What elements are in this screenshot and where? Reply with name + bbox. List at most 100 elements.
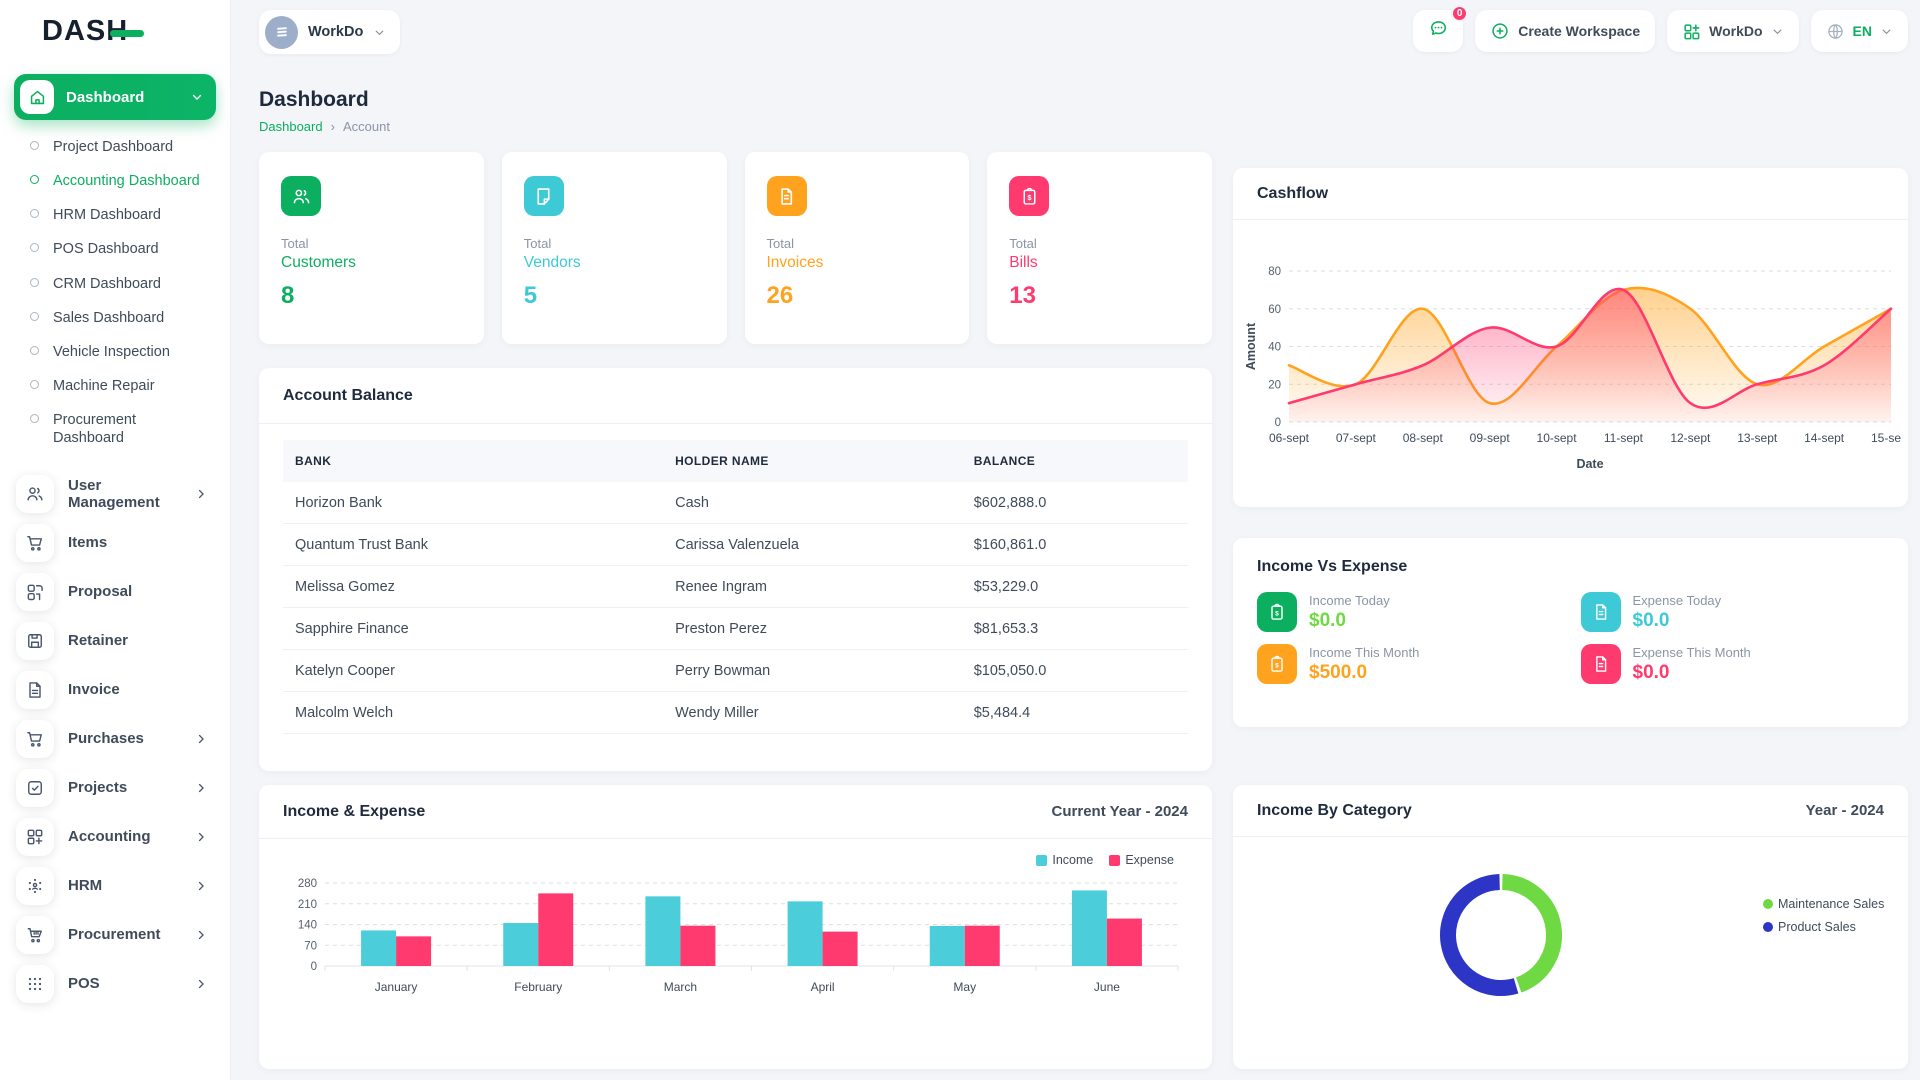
income-expense-panel: Income & Expense Current Year - 2024 Inc… [259,785,1212,1069]
breadcrumb-current: Account [343,119,390,134]
legend-item-product-sales[interactable]: Product Sales [1763,920,1884,934]
chevron-right-icon [194,977,208,991]
account-balance-table: Bank Holder Name Balance Horizon BankCas… [259,424,1212,734]
svg-text:March: March [664,980,697,994]
svg-text:12-sept: 12-sept [1670,431,1711,445]
sidebar-item-items[interactable]: Items [12,518,218,567]
svg-text:07-sept: 07-sept [1336,431,1377,445]
legend-item-maintenance-sales[interactable]: Maintenance Sales [1763,897,1884,911]
sidebar-item-invoice[interactable]: Invoice [12,665,218,714]
cell-holder: Renee Ingram [663,566,962,608]
cell-balance: $105,050.0 [962,650,1188,692]
sidebar-item-projects[interactable]: Projects [12,763,218,812]
sidebar-item-hrm-dashboard[interactable]: HRM Dashboard [26,198,218,232]
cell-balance: $53,229.0 [962,566,1188,608]
expense-file-icon [1581,644,1621,684]
cell-bank: Melissa Gomez [283,566,663,608]
sidebar-item-dashboard[interactable]: Dashboard [14,74,216,120]
brand-logo[interactable]: DASH [12,0,218,62]
sidebar-item-user-management[interactable]: User Management [12,469,218,518]
svg-text:40: 40 [1268,342,1281,354]
sidebar-item-procurement-dashboard[interactable]: Procurement Dashboard [26,403,218,455]
sidebar-item-accounting[interactable]: Accounting [12,812,218,861]
sidebar-item-label: Dashboard [66,89,178,106]
svg-text:June: June [1094,980,1120,994]
bullet-icon [30,414,39,423]
sidebar-item-project-dashboard[interactable]: Project Dashboard [26,130,218,164]
sidebar-item-hrm[interactable]: HRM [12,861,218,910]
check-square-icon [16,769,54,807]
breadcrumb: Dashboard › Account [259,119,1908,134]
clipboard-dollar-icon: $ [1257,644,1297,684]
workspace-switcher[interactable]: WorkDo [259,10,400,54]
dots-grid-icon [16,965,54,1003]
income-vs-expense-stats: $ Income Today$0.0 Expense Today$0.0 $ I… [1233,588,1908,684]
period-label: Current Year - 2024 [1052,803,1188,820]
product-sales-dot [1763,922,1773,932]
main-area: WorkDo 0 Create Workspace WorkDo [231,0,1920,1080]
sidebar-item-purchases[interactable]: Purchases [12,714,218,763]
users-icon [16,475,54,513]
plus-circle-icon [1490,21,1510,41]
stat-value: 8 [281,282,462,310]
dashboard-subnav: Project Dashboard Accounting Dashboard H… [12,130,218,455]
bullet-icon [30,278,39,287]
sidebar-item-vehicle-inspection[interactable]: Vehicle Inspection [26,335,218,369]
language-selector[interactable]: EN [1811,10,1908,52]
dots-circle-icon [16,867,54,905]
sidebar-item-pos[interactable]: POS [12,959,218,1008]
breadcrumb-separator: › [331,119,335,134]
panel-title: Income By Category [1257,802,1412,820]
messages-count-badge: 0 [1451,5,1468,22]
cell-holder: Wendy Miller [663,692,962,734]
income-expense-bar-chart[interactable]: 070140210280JanuaryFebruaryMarchAprilMay… [283,869,1188,1007]
cell-bank: Quantum Trust Bank [283,524,663,566]
sidebar-item-machine-repair[interactable]: Machine Repair [26,369,218,403]
svg-text:13-sept: 13-sept [1737,431,1778,445]
page-title: Dashboard [259,88,1908,112]
sidebar-item-sales-dashboard[interactable]: Sales Dashboard [26,301,218,335]
sidebar-item-retainer[interactable]: Retainer [12,616,218,665]
bullet-icon [30,380,39,389]
company-menu-button[interactable]: WorkDo [1667,10,1798,52]
stat-prefix: Total [1009,236,1190,251]
subnav-label: POS Dashboard [53,240,159,258]
stat-value: $0.0 [1633,662,1670,683]
content: Total Customers 8 Total Vendors 5 Total … [259,152,1908,1069]
svg-text:January: January [375,980,418,994]
stat-cards: Total Customers 8 Total Vendors 5 Total … [259,152,1212,344]
sidebar-item-crm-dashboard[interactable]: CRM Dashboard [26,267,218,301]
chevron-right-icon [194,928,208,942]
proposal-icon [16,573,54,611]
cell-bank: Sapphire Finance [283,608,663,650]
sidebar-item-procurement[interactable]: Procurement [12,910,218,959]
stat-value: 26 [767,282,948,310]
table-header-row: Bank Holder Name Balance [283,440,1188,482]
breadcrumb-dashboard-link[interactable]: Dashboard [259,119,323,134]
create-workspace-button[interactable]: Create Workspace [1475,10,1655,52]
income-by-category-donut[interactable] [1433,867,1569,1003]
stat-expense-today: Expense Today$0.0 [1581,592,1885,632]
sidebar-item-proposal[interactable]: Proposal [12,567,218,616]
chevron-down-icon [190,90,204,104]
nav-label: HRM [68,877,180,894]
save-icon [16,622,54,660]
column-header-bank: Bank [283,440,663,482]
cashflow-panel: Cashflow 02040608006-sept07-sept08-sept0… [1233,168,1908,507]
app-root: DASH Dashboard Project Dashboard Account… [0,0,1920,1080]
legend-item-expense[interactable]: Expense [1109,853,1174,867]
sidebar-item-accounting-dashboard[interactable]: Accounting Dashboard [26,164,218,198]
right-column: Cashflow 02040608006-sept07-sept08-sept0… [1233,152,1908,1069]
cell-bank: Katelyn Cooper [283,650,663,692]
sidebar-item-pos-dashboard[interactable]: POS Dashboard [26,232,218,266]
stat-expense-this-month: Expense This Month$0.0 [1581,644,1885,684]
sidebar: DASH Dashboard Project Dashboard Account… [0,0,231,1080]
svg-text:0: 0 [1275,417,1281,429]
messages-button[interactable]: 0 [1413,10,1463,52]
subnav-label: Procurement Dashboard [53,411,173,447]
cashflow-area-chart[interactable]: 02040608006-sept07-sept08-sept09-sept10-… [1241,224,1901,504]
stat-value: $500.0 [1309,662,1367,683]
svg-text:February: February [514,980,562,994]
legend-item-income[interactable]: Income [1036,853,1093,867]
grid-plus-icon [1682,22,1701,41]
